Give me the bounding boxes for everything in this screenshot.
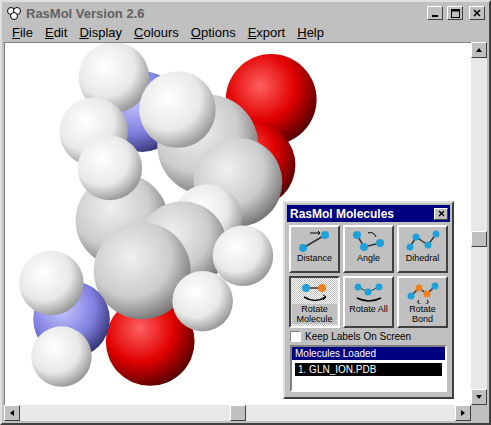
close-icon (473, 9, 481, 17)
keep-labels-checkbox[interactable]: Keep Labels On Screen (287, 331, 450, 342)
close-icon (438, 210, 445, 217)
scroll-thumb[interactable] (230, 405, 246, 421)
menu-bar: FileEditDisplayColoursOptionsExportHelp (4, 22, 487, 42)
scroll-down-button[interactable] (471, 389, 487, 405)
horizontal-scrollbar[interactable] (4, 405, 471, 421)
menu-item[interactable]: Options (185, 24, 242, 41)
checkbox-box[interactable] (290, 331, 301, 342)
minimize-icon (431, 9, 439, 17)
tool-button[interactable]: Dihedral (397, 225, 448, 273)
list-body: 1. GLN_ION.PDB (292, 360, 445, 390)
menu-item[interactable]: Help (291, 24, 330, 41)
horizontal-scroll-row (4, 405, 487, 421)
atom (31, 326, 92, 387)
tool-label: Angle (357, 253, 380, 263)
tool-grid: Distance Angle Dihedral Rotate Molecule Rota… (287, 225, 450, 328)
tool-button[interactable]: Rotate All (343, 276, 394, 328)
angle-icon (352, 229, 386, 253)
palette-title: RasMol Molecules (290, 207, 394, 221)
checkbox-label: Keep Labels On Screen (305, 331, 411, 342)
list-header: Molecules Loaded (292, 347, 445, 360)
minimize-button[interactable] (427, 6, 443, 20)
atom (78, 136, 143, 201)
scroll-left-button[interactable] (4, 405, 20, 421)
rasmol-window: RasMol Version 2.6FileEditDisplayColours… (0, 0, 491, 425)
scroll-thumb[interactable] (471, 231, 487, 247)
menu-item[interactable]: Display (73, 24, 128, 41)
tool-button[interactable]: Distance (289, 225, 340, 273)
scroll-up-button[interactable] (471, 42, 487, 58)
rasmol-logo-icon (6, 6, 22, 20)
menu-item[interactable]: Colours (128, 24, 185, 41)
tool-label: Rotate Bond (400, 304, 445, 324)
molecule-item[interactable]: 1. GLN_ION.PDB (295, 363, 442, 376)
menu-item[interactable]: Edit (39, 24, 73, 41)
title-bar[interactable]: RasMol Version 2.6 (4, 4, 487, 22)
tool-label: Distance (297, 253, 332, 263)
menu-item[interactable]: File (6, 24, 39, 41)
palette-close-button[interactable] (434, 208, 448, 220)
tool-label: Rotate All (349, 304, 388, 314)
maximize-icon (451, 9, 460, 18)
atom (19, 251, 84, 316)
arrow-up-icon (475, 46, 483, 54)
rotate-all-icon (352, 280, 386, 304)
tool-label: Rotate Molecule (292, 304, 337, 324)
window-title: RasMol Version 2.6 (26, 6, 423, 21)
menu-item[interactable]: Export (242, 24, 292, 41)
maximize-button[interactable] (447, 6, 463, 20)
atom (139, 71, 216, 148)
vertical-scrollbar[interactable] (471, 42, 487, 405)
arrow-down-icon (475, 393, 483, 401)
tool-button[interactable]: Rotate Molecule (289, 276, 340, 328)
tool-button[interactable]: Rotate Bond (397, 276, 448, 328)
molecules-palette: RasMol Molecules Distance Angle Dihedral Rot… (283, 201, 454, 399)
atom (172, 271, 233, 332)
arrow-right-icon (459, 409, 467, 417)
tool-label: Dihedral (406, 253, 440, 263)
rotate-bond-icon (406, 280, 440, 304)
scroll-corner (471, 405, 487, 421)
scroll-right-button[interactable] (455, 405, 471, 421)
palette-title-bar[interactable]: RasMol Molecules (287, 205, 450, 222)
atom (213, 226, 274, 287)
arrow-left-icon (8, 409, 16, 417)
dihedral-icon (406, 229, 440, 253)
close-button[interactable] (469, 6, 485, 20)
molecules-list: Molecules Loaded 1. GLN_ION.PDB (290, 345, 447, 392)
tool-button[interactable]: Angle (343, 225, 394, 273)
distance-icon (298, 229, 332, 253)
rotate-molecule-icon (298, 280, 332, 304)
